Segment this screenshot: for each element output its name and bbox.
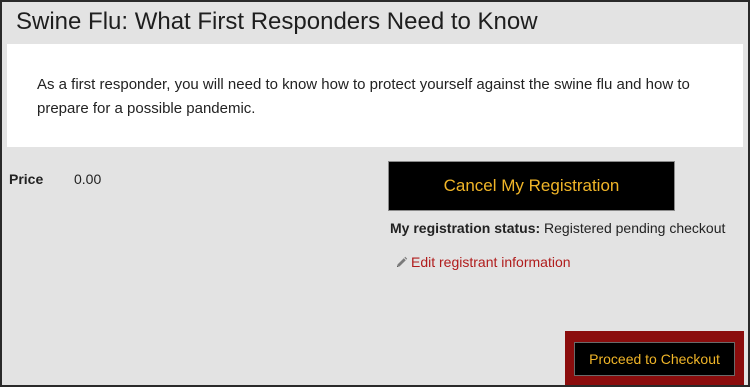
pencil-icon — [395, 256, 408, 269]
edit-registrant-label: Edit registrant information — [411, 254, 571, 270]
page-title: Swine Flu: What First Responders Need to… — [16, 8, 538, 35]
edit-registrant-link[interactable]: Edit registrant information — [395, 254, 571, 270]
proceed-to-checkout-button[interactable]: Proceed to Checkout — [574, 342, 735, 376]
registration-status: My registration status: Registered pendi… — [390, 220, 725, 236]
status-label: My registration status: — [390, 220, 541, 236]
checkout-highlight: Proceed to Checkout — [565, 331, 744, 385]
price-label: Price — [9, 171, 44, 187]
price-value: 0.00 — [74, 171, 102, 187]
cancel-registration-button[interactable]: Cancel My Registration — [388, 161, 675, 211]
registration-panel: Swine Flu: What First Responders Need to… — [0, 0, 750, 387]
status-value: Registered pending checkout — [544, 220, 726, 236]
description-box: As a first responder, you will need to k… — [7, 44, 743, 147]
event-description: As a first responder, you will need to k… — [37, 76, 690, 117]
